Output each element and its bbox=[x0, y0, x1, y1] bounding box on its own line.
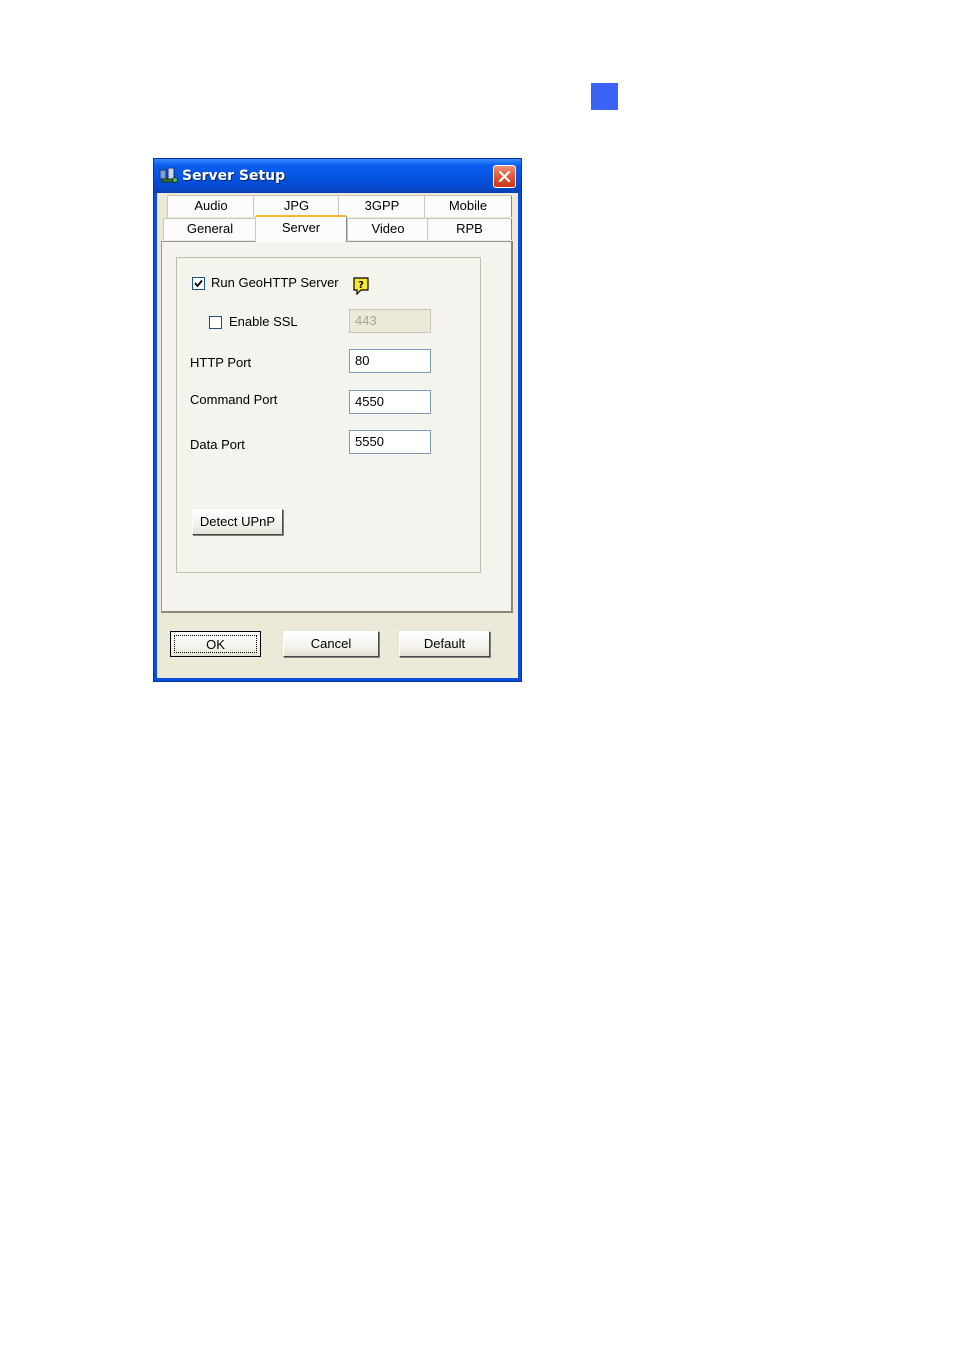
tab-label: JPG bbox=[283, 198, 310, 213]
default-label: Default bbox=[423, 636, 466, 651]
window-title: Server Setup bbox=[182, 168, 286, 184]
enable-ssl-checkbox[interactable] bbox=[209, 316, 222, 329]
close-button[interactable] bbox=[493, 165, 516, 188]
run-geohttp-checkbox[interactable] bbox=[192, 277, 205, 290]
http-port-input[interactable]: 80 bbox=[349, 349, 431, 373]
http-port-value: 80 bbox=[355, 353, 370, 368]
data-port-input[interactable]: 5550 bbox=[349, 430, 431, 454]
title-bar[interactable]: Server Setup bbox=[154, 159, 521, 193]
tab-label: Mobile bbox=[448, 198, 488, 213]
default-button[interactable]: Default bbox=[399, 631, 490, 657]
http-port-label: HTTP Port bbox=[190, 355, 252, 370]
ok-button[interactable]: OK bbox=[170, 631, 261, 657]
ssl-port-input[interactable]: 443 bbox=[349, 309, 431, 333]
page-marker-square bbox=[591, 83, 618, 110]
tab-video[interactable]: Video bbox=[347, 218, 429, 240]
tab-jpg[interactable]: JPG bbox=[253, 195, 340, 217]
server-tab-panel: Run GeoHTTP Server ? Enable SSL 443 HTTP… bbox=[161, 241, 513, 613]
cancel-button[interactable]: Cancel bbox=[283, 631, 379, 657]
run-geohttp-label[interactable]: Run GeoHTTP Server bbox=[211, 275, 339, 290]
tab-label: RPB bbox=[456, 221, 483, 236]
tab-mobile[interactable]: Mobile bbox=[424, 195, 512, 217]
dialog-client-area: Audio JPG 3GPP Mobile General Server Vid… bbox=[157, 193, 518, 678]
svg-text:?: ? bbox=[358, 280, 364, 291]
data-port-label: Data Port bbox=[190, 437, 245, 452]
tab-3gpp[interactable]: 3GPP bbox=[338, 195, 426, 217]
checkmark-icon bbox=[194, 279, 203, 288]
server-setup-app-icon bbox=[159, 167, 179, 185]
detect-upnp-label: Detect UPnP bbox=[199, 514, 276, 529]
cancel-label: Cancel bbox=[310, 636, 352, 651]
command-port-label: Command Port bbox=[190, 392, 278, 407]
tab-audio[interactable]: Audio bbox=[167, 195, 255, 217]
tab-label: Video bbox=[371, 221, 405, 236]
ok-label: OK bbox=[206, 637, 225, 652]
detect-upnp-button[interactable]: Detect UPnP bbox=[192, 509, 283, 535]
tab-label: General bbox=[186, 221, 234, 236]
data-port-value: 5550 bbox=[355, 434, 384, 449]
ssl-port-value: 443 bbox=[355, 313, 377, 328]
server-setup-dialog: Server Setup Audio JPG 3GPP Mobile Gener… bbox=[153, 158, 522, 682]
tab-rpb[interactable]: RPB bbox=[427, 218, 512, 240]
help-question-icon[interactable]: ? bbox=[352, 277, 370, 296]
tab-label: Server bbox=[281, 220, 321, 235]
tab-server[interactable]: Server bbox=[255, 215, 347, 242]
enable-ssl-label[interactable]: Enable SSL bbox=[229, 314, 298, 329]
tab-label: Audio bbox=[194, 198, 228, 213]
command-port-value: 4550 bbox=[355, 394, 384, 409]
close-icon bbox=[498, 170, 511, 183]
tab-label: 3GPP bbox=[364, 198, 400, 213]
tab-general[interactable]: General bbox=[163, 218, 257, 240]
focus-rectangle: OK bbox=[174, 635, 257, 653]
command-port-input[interactable]: 4550 bbox=[349, 390, 431, 414]
